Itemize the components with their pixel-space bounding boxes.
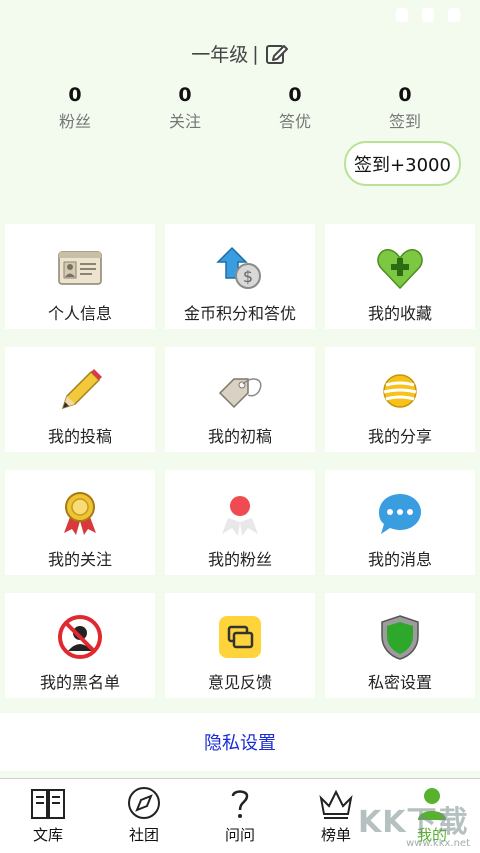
coin-upgrade-icon: $ <box>216 244 264 292</box>
shield-icon <box>376 613 424 661</box>
menu-item-messages[interactable]: 我的消息 <box>320 467 480 590</box>
ribbon-icon <box>216 490 264 538</box>
share-ball-icon <box>376 367 424 415</box>
menu-item-feedback[interactable]: 意见反馈 <box>160 590 320 713</box>
menu-item-blacklist[interactable]: 我的黑名单 <box>0 590 160 713</box>
menu-item-favorites[interactable]: 我的收藏 <box>320 221 480 344</box>
menu-item-label: 我的粉丝 <box>207 550 272 569</box>
grade-label: 一年级 <box>191 44 249 66</box>
edit-icon[interactable] <box>265 42 289 66</box>
menu-item-label: 我的收藏 <box>367 304 432 323</box>
tab-label: 榜单 <box>320 826 351 844</box>
chat-bubble-icon <box>376 490 424 538</box>
menu-item-label: 我的关注 <box>47 550 112 569</box>
tab-library[interactable]: 文库 <box>0 779 96 853</box>
tab-label: 问问 <box>224 826 255 844</box>
pencil-icon <box>56 367 104 415</box>
tab-label: 我的 <box>416 826 447 844</box>
status-icon <box>448 8 460 22</box>
id-card-icon <box>56 244 104 292</box>
status-icon <box>422 8 434 22</box>
menu-grid: 个人信息 $ 金币积分和答优 我的收藏 我的投稿 我的初稿 我的分享 我的关注 … <box>0 221 480 713</box>
tab-questions[interactable]: 问问 <box>192 779 288 853</box>
stat-value: 0 <box>288 84 302 106</box>
stat-label: 答优 <box>278 112 311 131</box>
crown-icon <box>319 789 353 819</box>
question-icon <box>231 790 249 818</box>
tab-label: 文库 <box>32 826 63 844</box>
profile-header: 一年级 | 0 粉丝 0 关注 0 答优 0 签到 签到+3000 <box>0 0 480 210</box>
menu-item-label: 我的黑名单 <box>39 673 120 692</box>
menu-item-fans[interactable]: 我的粉丝 <box>160 467 320 590</box>
tag-icon <box>216 367 264 415</box>
medal-icon <box>56 490 104 538</box>
menu-item-label: 意见反馈 <box>207 673 272 692</box>
privacy-settings-link[interactable]: 隐私设置 <box>0 713 480 771</box>
stat-value: 0 <box>398 84 412 106</box>
stat-label: 粉丝 <box>58 112 91 131</box>
blacklist-icon <box>56 613 104 661</box>
stat-label: 关注 <box>168 112 201 131</box>
tab-community[interactable]: 社团 <box>96 779 192 853</box>
status-bar-icons <box>396 8 460 22</box>
stats-row: 0 粉丝 0 关注 0 答优 0 签到 <box>20 84 460 132</box>
menu-item-label: 金币积分和答优 <box>183 304 296 323</box>
menu-item-label: 我的初稿 <box>207 427 272 446</box>
feedback-icon <box>216 613 264 661</box>
user-icon <box>418 788 446 820</box>
svg-text:$: $ <box>243 267 253 286</box>
compass-icon <box>128 787 160 819</box>
menu-item-profile[interactable]: 个人信息 <box>0 221 160 344</box>
menu-item-label: 私密设置 <box>367 673 432 692</box>
menu-item-submissions[interactable]: 我的投稿 <box>0 344 160 467</box>
menu-item-label: 我的分享 <box>367 427 432 446</box>
menu-item-label: 我的消息 <box>367 550 432 569</box>
menu-item-label: 我的投稿 <box>47 427 112 446</box>
stat-value: 0 <box>68 84 82 106</box>
stat-followers[interactable]: 0 粉丝 <box>20 84 130 132</box>
menu-item-label: 个人信息 <box>47 304 112 323</box>
stat-best-answers[interactable]: 0 答优 <box>240 84 350 132</box>
menu-item-privacy[interactable]: 私密设置 <box>320 590 480 713</box>
status-icon <box>396 8 408 22</box>
menu-item-shares[interactable]: 我的分享 <box>320 344 480 467</box>
tab-label: 社团 <box>128 826 159 844</box>
tab-mine[interactable]: 我的 <box>384 779 480 853</box>
menu-item-following[interactable]: 我的关注 <box>0 467 160 590</box>
menu-item-coins[interactable]: $ 金币积分和答优 <box>160 221 320 344</box>
bottom-tab-bar: 文库 社团 问问 榜单 我的 <box>0 778 480 853</box>
stat-label: 签到 <box>388 112 421 131</box>
grade-separator: | <box>252 42 259 65</box>
book-icon <box>31 789 65 819</box>
tab-rankings[interactable]: 榜单 <box>288 779 384 853</box>
grade-row: 一年级 | <box>0 40 480 67</box>
menu-item-drafts[interactable]: 我的初稿 <box>160 344 320 467</box>
stat-following[interactable]: 0 关注 <box>130 84 240 132</box>
stat-checkins[interactable]: 0 签到 <box>350 84 460 132</box>
checkin-button[interactable]: 签到+3000 <box>344 141 461 186</box>
heart-plus-icon <box>376 244 424 292</box>
stat-value: 0 <box>178 84 192 106</box>
